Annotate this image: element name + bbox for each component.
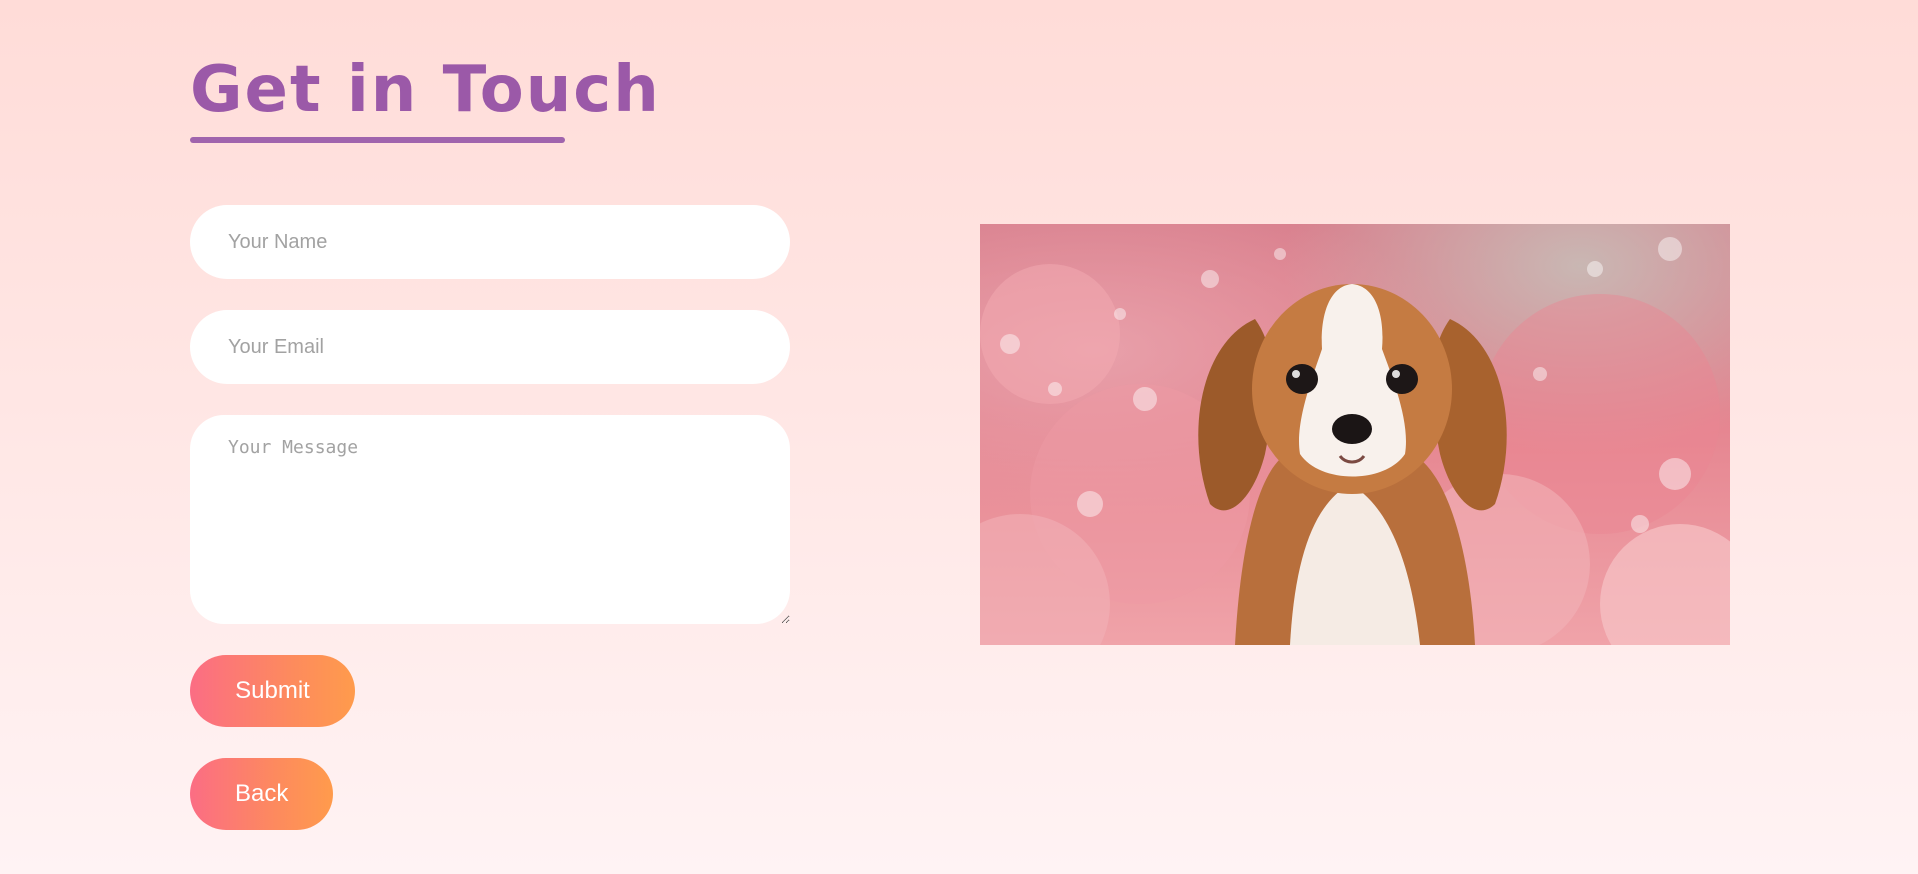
page-title: Get in Touch: [190, 53, 661, 127]
puppy-image: [980, 224, 1730, 645]
title-underline: [190, 137, 565, 143]
email-input[interactable]: [190, 310, 790, 384]
submit-button[interactable]: Submit: [190, 655, 355, 727]
name-input[interactable]: [190, 205, 790, 279]
back-button[interactable]: Back: [190, 758, 333, 830]
message-textarea[interactable]: [190, 415, 790, 624]
